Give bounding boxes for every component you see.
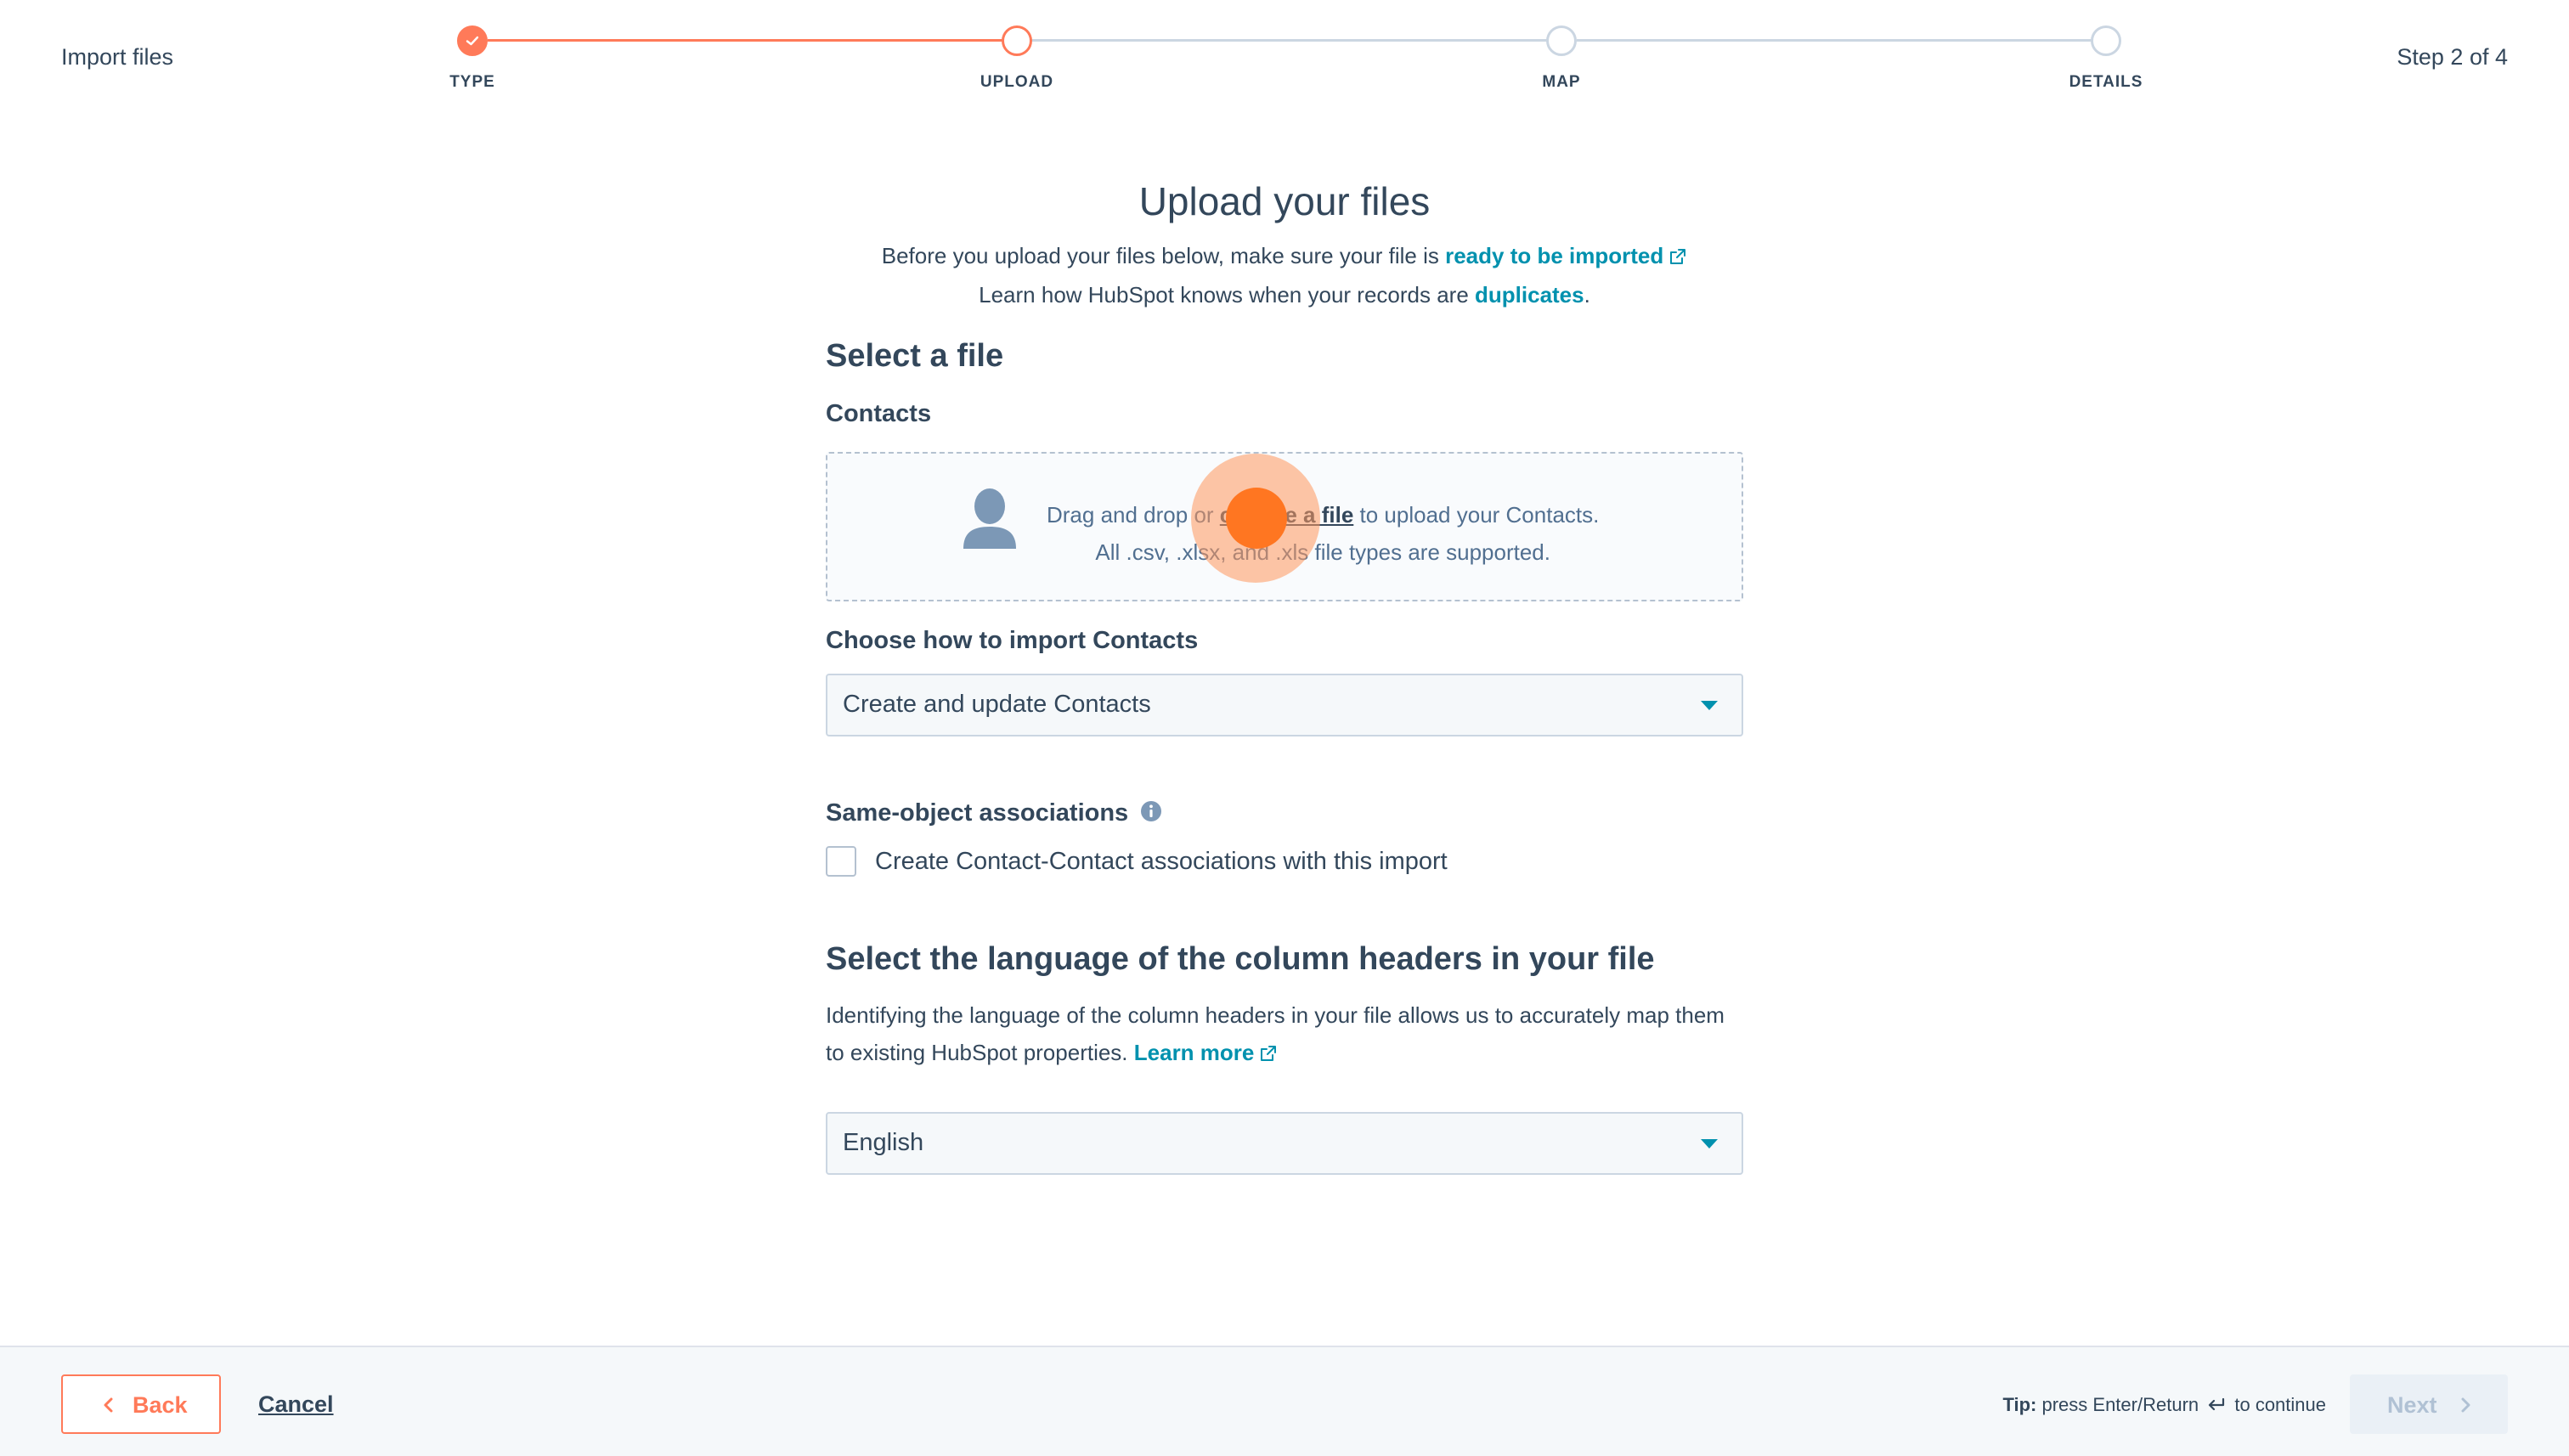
intro-text: Before you upload your files below, make… bbox=[826, 236, 1743, 314]
import-header: Import files TYPE UPLOAD MAP DETAILS Ste… bbox=[0, 0, 2569, 110]
import-method-value: Create and update Contacts bbox=[843, 691, 1151, 718]
associations-checkbox-row[interactable]: Create Contact-Contact associations with… bbox=[826, 846, 1743, 877]
language-description: Identifying the language of the column h… bbox=[826, 996, 1743, 1071]
progress-stepper: TYPE UPLOAD MAP DETAILS bbox=[0, 0, 2569, 102]
object-label: Contacts bbox=[826, 400, 932, 427]
step-map-label: MAP bbox=[1542, 73, 1581, 91]
tip-prefix: press Enter/Return bbox=[2036, 1394, 2205, 1415]
next-button-label: Next bbox=[2387, 1392, 2437, 1418]
next-button[interactable]: Next bbox=[2350, 1374, 2508, 1434]
tip-suffix: to continue bbox=[2229, 1394, 2326, 1415]
chevron-left-icon bbox=[104, 1397, 113, 1413]
page-title: Upload your files bbox=[1138, 179, 1431, 223]
intro-line-2-text: Learn how HubSpot knows when your record… bbox=[979, 282, 1476, 308]
step-upload-label: UPLOAD bbox=[980, 73, 1054, 91]
wizard-footer: Back Cancel Tip: press Enter/Return to c… bbox=[0, 1346, 2569, 1456]
step-counter: Step 2 of 4 bbox=[2397, 44, 2508, 70]
chevron-down-icon bbox=[1701, 701, 1718, 710]
intro-line-2-suffix: . bbox=[1584, 282, 1590, 308]
back-button-label: Back bbox=[133, 1392, 188, 1418]
step-connector bbox=[1577, 39, 2107, 42]
select-file-heading: Select a file bbox=[826, 338, 1004, 374]
check-icon bbox=[466, 36, 479, 46]
associations-checkbox[interactable] bbox=[826, 846, 856, 877]
import-method-label: Choose how to import Contacts bbox=[826, 627, 1199, 654]
step-map-dot bbox=[1546, 25, 1577, 56]
duplicates-link[interactable]: duplicates bbox=[1475, 282, 1584, 308]
step-upload-dot bbox=[1002, 25, 1032, 56]
associations-checkbox-label[interactable]: Create Contact-Contact associations with… bbox=[875, 848, 1448, 876]
tip-label: Tip: bbox=[2002, 1394, 2037, 1415]
learn-more-link[interactable]: Learn more bbox=[1134, 1040, 1279, 1065]
learn-more-link-label: Learn more bbox=[1133, 1040, 1255, 1065]
ready-to-import-link-label: ready to be imported bbox=[1445, 243, 1664, 268]
language-value: English bbox=[843, 1129, 924, 1156]
step-details-label: DETAILS bbox=[2069, 73, 2143, 91]
language-select[interactable]: English bbox=[826, 1112, 1743, 1175]
language-heading: Select the language of the column header… bbox=[826, 941, 1655, 977]
intro-line-1-text: Before you upload your files below, make… bbox=[881, 243, 1446, 268]
return-key-icon bbox=[2209, 1397, 2225, 1411]
dropzone-line-1: Drag and drop or choose a file to upload… bbox=[1047, 496, 1599, 533]
info-icon[interactable] bbox=[1140, 800, 1162, 822]
keyboard-tip: Tip: press Enter/Return to continue bbox=[2002, 1394, 2326, 1416]
associations-label: Same-object associations bbox=[826, 799, 1743, 827]
cancel-link[interactable]: Cancel bbox=[258, 1391, 334, 1418]
cursor-click-dot bbox=[1226, 488, 1287, 549]
step-type-label: TYPE bbox=[449, 73, 495, 91]
step-connector-done bbox=[488, 39, 1018, 42]
external-link-icon bbox=[1670, 249, 1686, 264]
import-method-select[interactable]: Create and update Contacts bbox=[826, 674, 1743, 736]
dropzone-suffix: to upload your Contacts. bbox=[1353, 502, 1600, 528]
contact-avatar-icon bbox=[963, 488, 1016, 549]
external-link-icon bbox=[1261, 1046, 1277, 1061]
chevron-down-icon bbox=[1701, 1139, 1718, 1148]
dropzone-subtext: All .csv, .xlsx, and .xls file types are… bbox=[1095, 539, 1550, 565]
dropzone-text: Drag and drop or choose a file to upload… bbox=[1047, 496, 1599, 571]
associations-label-text: Same-object associations bbox=[826, 799, 1129, 827]
step-connector bbox=[1031, 39, 1561, 42]
back-button[interactable]: Back bbox=[61, 1374, 221, 1434]
chevron-right-icon bbox=[2461, 1397, 2470, 1413]
step-details-dot bbox=[2091, 25, 2121, 56]
intro-line-1: Before you upload your files below, make… bbox=[826, 236, 1743, 275]
upload-form: Upload your files Before you upload your… bbox=[826, 161, 1743, 1175]
step-type-dot bbox=[457, 25, 488, 56]
ready-to-import-link[interactable]: ready to be imported bbox=[1445, 243, 1687, 268]
intro-line-2: Learn how HubSpot knows when your record… bbox=[826, 275, 1743, 314]
